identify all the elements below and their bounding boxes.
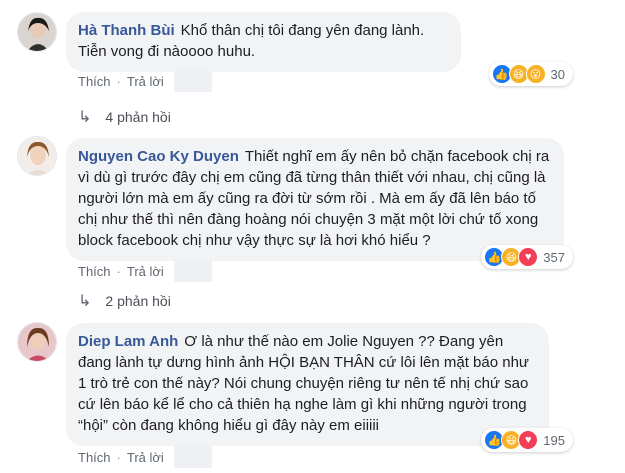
like-link[interactable]: Thích [78,264,111,279]
love-icon: ♥ [518,247,539,267]
view-replies[interactable]: ↳ 4 phản hồi [78,107,171,127]
author-name[interactable]: Nguyen Cao Ky Duyen [78,148,239,165]
comment-bubble: Hà Thanh Bùi Khổ thân chị tôi đang yên đa… [66,12,461,72]
comment-actions: Thích · Trả lời [78,70,212,92]
reactions-summary[interactable]: 👍 😆 ♥ 195 [481,428,573,452]
comment-actions: Thích · Trả lời [78,446,212,468]
reply-link[interactable]: Trả lời [127,74,164,89]
reply-link[interactable]: Trả lời [127,264,164,279]
author-name[interactable]: Diep Lam Anh [78,333,178,350]
avatar[interactable] [17,12,57,52]
timestamp-redacted [173,446,212,468]
timestamp-redacted [173,70,212,92]
reply-link[interactable]: Trả lời [127,450,164,465]
reactions-summary[interactable]: 👍 😆 ♥ 357 [481,245,573,269]
like-link[interactable]: Thích [78,450,111,465]
reaction-count: 195 [543,432,565,448]
replies-count[interactable]: 2 phản hồi [105,293,170,309]
reply-arrow-icon: ↳ [78,109,92,126]
comment-bubble: Nguyen Cao Ky Duyen Thiết nghĩ em ấy nên … [66,138,564,261]
replies-count[interactable]: 4 phản hồi [105,109,170,125]
wow-icon: 😮 [525,64,546,84]
like-link[interactable]: Thích [78,74,111,89]
separator: · [116,73,121,89]
reaction-count: 357 [543,249,565,265]
love-icon: ♥ [518,430,539,450]
reactions-summary[interactable]: 👍 😆 😮 30 [488,62,573,86]
reaction-count: 30 [550,66,565,82]
view-replies[interactable]: ↳ 2 phản hồi [78,291,171,311]
avatar[interactable] [17,136,57,176]
avatar[interactable] [17,322,57,362]
reply-arrow-icon: ↳ [78,293,92,310]
separator: · [116,263,121,279]
comment-actions: Thích · Trả lời [78,260,212,282]
separator: · [116,449,121,465]
author-name[interactable]: Hà Thanh Bùi [78,22,175,39]
comment-bubble: Diep Lam Anh Ơ là như thế nào em Jolie Ng… [66,323,549,446]
timestamp-redacted [173,260,212,282]
